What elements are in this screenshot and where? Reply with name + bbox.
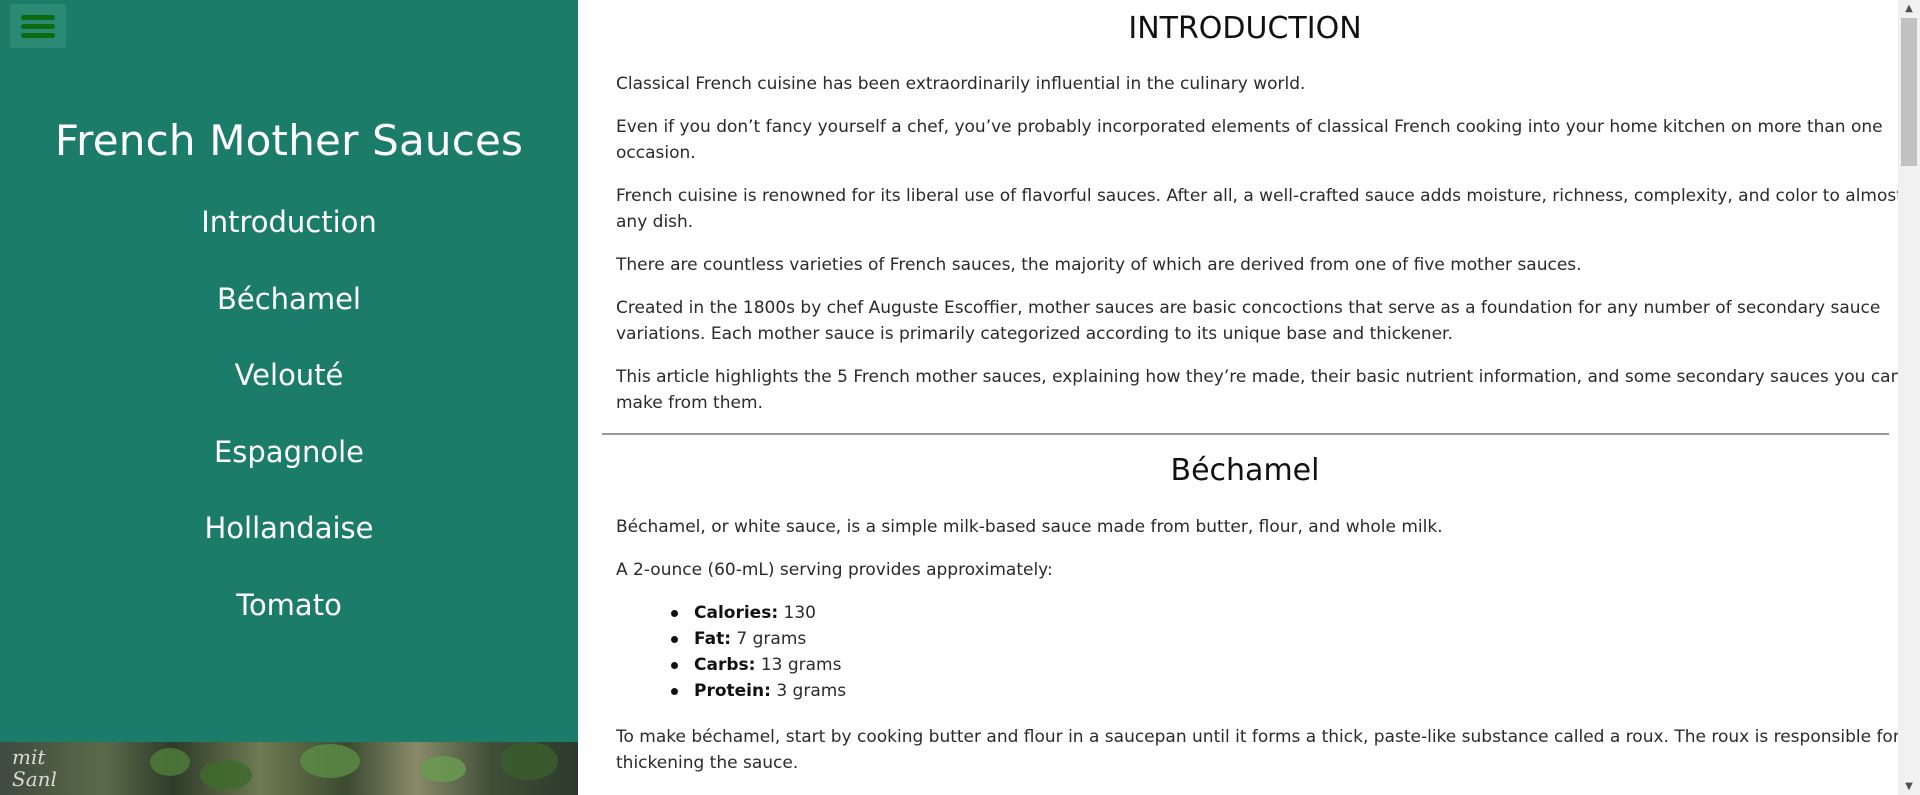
nutrition-label: Carbs: bbox=[694, 655, 756, 675]
nutrition-value: 130 bbox=[783, 603, 816, 623]
nav-item-veloute[interactable]: Velouté bbox=[0, 351, 578, 428]
intro-paragraph: French cuisine is renowned for its liber… bbox=[616, 186, 1898, 232]
menu-bar-middle bbox=[21, 24, 55, 29]
nav-item-espagnole[interactable]: Espagnole bbox=[0, 428, 578, 505]
intro-paragraph: Classical French cuisine has been extrao… bbox=[616, 74, 1306, 94]
nav-item-introduction[interactable]: Introduction bbox=[0, 198, 578, 275]
nutrition-value: 3 grams bbox=[776, 681, 847, 701]
photo-foliage bbox=[500, 742, 558, 780]
menu-bar-top bbox=[21, 15, 55, 20]
sidebar-photo: mit Sanl bbox=[0, 742, 578, 795]
nutrition-list: Calories: 130 Fat: 7 grams Carbs: 13 gra… bbox=[616, 600, 846, 704]
scroll-down-arrow-icon[interactable]: ▼ bbox=[1898, 778, 1920, 795]
bechamel-paragraph: To make béchamel, start by cooking butte… bbox=[616, 727, 1898, 773]
photo-foliage bbox=[300, 744, 360, 778]
list-item: Carbs: 13 grams bbox=[616, 652, 846, 678]
list-item: Calories: 130 bbox=[616, 600, 846, 626]
nav-item-bechamel[interactable]: Béchamel bbox=[0, 275, 578, 352]
nav-item-hollandaise[interactable]: Hollandaise bbox=[0, 504, 578, 581]
intro-paragraph: There are countless varieties of French … bbox=[616, 255, 1582, 275]
photo-foliage bbox=[420, 756, 466, 782]
vertical-scrollbar[interactable]: ▲ ▼ bbox=[1898, 0, 1920, 795]
intro-heading: INTRODUCTION bbox=[1128, 11, 1362, 46]
app-root: French Mother Sauces Introduction Bécham… bbox=[0, 0, 1920, 795]
intro-paragraph: Created in the 1800s by chef Auguste Esc… bbox=[616, 298, 1881, 344]
menu-bar-bottom bbox=[21, 33, 55, 38]
scrollbar-thumb[interactable] bbox=[1901, 18, 1917, 166]
intro-paragraph: Even if you don’t fancy yourself a chef,… bbox=[616, 117, 1883, 163]
bechamel-paragraph: A 2-ounce (60-mL) serving provides appro… bbox=[616, 560, 1053, 580]
bechamel-heading: Béchamel bbox=[1170, 453, 1320, 488]
intro-paragraph: This article highlights the 5 French mot… bbox=[616, 367, 1898, 413]
sidebar: French Mother Sauces Introduction Bécham… bbox=[0, 0, 578, 795]
scroll-up-arrow-icon[interactable]: ▲ bbox=[1898, 0, 1920, 17]
nutrition-label: Calories: bbox=[694, 603, 779, 623]
hamburger-menu-icon[interactable] bbox=[10, 4, 66, 48]
nutrition-label: Fat: bbox=[694, 629, 732, 649]
photo-foliage bbox=[200, 760, 252, 790]
section-divider bbox=[602, 433, 1889, 435]
photo-foliage bbox=[150, 748, 190, 776]
sidebar-nav: Introduction Béchamel Velouté Espagnole … bbox=[0, 198, 578, 657]
nutrition-value: 7 grams bbox=[736, 629, 807, 649]
site-title: French Mother Sauces bbox=[54, 116, 524, 165]
bechamel-paragraph: Béchamel, or white sauce, is a simple mi… bbox=[616, 517, 1443, 537]
nutrition-value: 13 grams bbox=[760, 655, 842, 675]
nav-item-tomato[interactable]: Tomato bbox=[0, 581, 578, 658]
main-content: INTRODUCTION Classical French cuisine ha… bbox=[578, 0, 1898, 795]
nutrition-label: Protein: bbox=[694, 681, 771, 701]
photo-chalk-text: mit Sanl bbox=[12, 745, 57, 791]
list-item: Fat: 7 grams bbox=[616, 626, 846, 652]
list-item: Protein: 3 grams bbox=[616, 678, 846, 704]
